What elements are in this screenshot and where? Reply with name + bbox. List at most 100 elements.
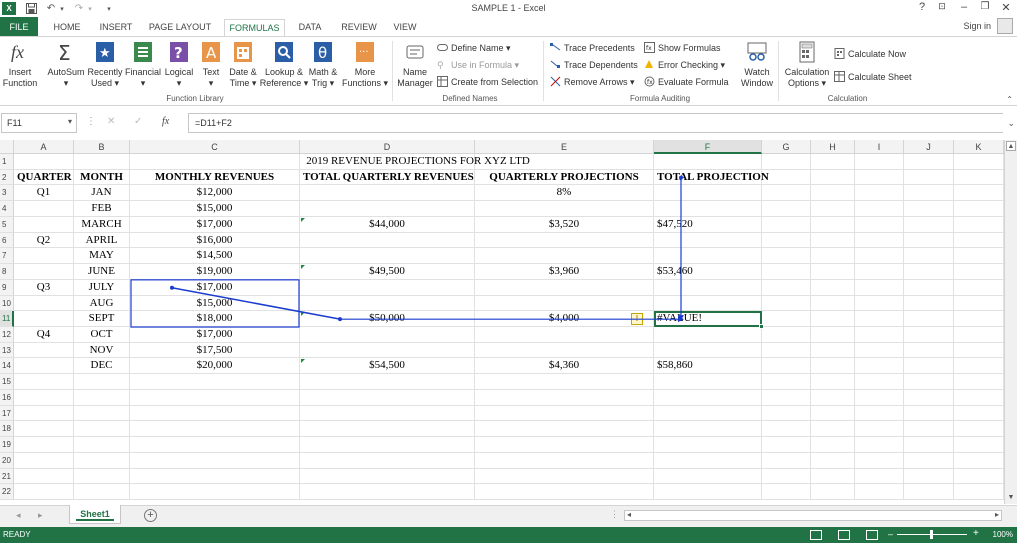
row-header-19[interactable]: 19 — [0, 437, 14, 453]
grid-cell[interactable] — [654, 248, 762, 265]
cell-month[interactable]: OCT — [74, 327, 130, 343]
grid-cell[interactable] — [762, 169, 811, 186]
grid-cell[interactable] — [654, 232, 762, 249]
column-header-c[interactable]: C — [130, 140, 300, 154]
grid-cell[interactable] — [855, 358, 904, 375]
tab-insert[interactable]: INSERT — [95, 19, 137, 37]
cell-month[interactable]: JULY — [74, 279, 130, 296]
grid-cell[interactable] — [954, 216, 1004, 233]
grid-cell[interactable] — [762, 358, 811, 375]
grid-cell[interactable] — [811, 437, 855, 453]
grid-cell[interactable] — [811, 295, 855, 312]
grid-cell[interactable] — [855, 437, 904, 453]
grid-cell[interactable] — [811, 358, 855, 375]
math-trig-button[interactable]: θ Math & Trig ▾ — [306, 40, 340, 89]
cell-total-projection[interactable]: $53,460 — [654, 264, 762, 280]
horizontal-scrollbar[interactable]: ◂ ▸ — [624, 510, 1002, 521]
grid-cell[interactable] — [811, 264, 855, 280]
zoom-level[interactable]: 100% — [993, 530, 1013, 539]
cell-month[interactable]: JUNE — [74, 264, 130, 280]
grid-cell[interactable] — [811, 185, 855, 202]
grid-cell[interactable] — [300, 327, 475, 343]
grid-cell[interactable] — [74, 437, 130, 453]
grid-cell[interactable] — [475, 437, 654, 453]
grid-cell[interactable] — [855, 154, 904, 170]
row-header-10[interactable]: 10 — [0, 295, 14, 312]
name-box[interactable]: F11 ▾ — [1, 113, 77, 133]
grid-cell[interactable] — [475, 405, 654, 422]
grid-cell[interactable] — [14, 421, 74, 438]
grid-cell[interactable] — [300, 484, 475, 501]
grid-cell[interactable] — [74, 374, 130, 390]
cell-quarter[interactable]: Q1 — [14, 185, 74, 202]
row-header-11[interactable]: 11 — [0, 311, 14, 328]
sign-in-link[interactable]: Sign in — [963, 21, 991, 31]
header-quarter[interactable]: QUARTER — [14, 169, 74, 186]
cell-month[interactable]: FEB — [74, 201, 130, 217]
grid-cell[interactable] — [811, 405, 855, 422]
grid-cell[interactable] — [14, 295, 74, 312]
grid-cell[interactable] — [954, 358, 1004, 375]
cell-monthly-revenue[interactable]: $17,000 — [130, 279, 300, 296]
cell-total-projection[interactable]: $58,860 — [654, 358, 762, 375]
grid-cell[interactable] — [300, 421, 475, 438]
tab-data[interactable]: DATA — [292, 19, 328, 37]
grid-cell[interactable] — [74, 468, 130, 485]
grid-cell[interactable] — [300, 279, 475, 296]
logical-button[interactable]: ? Logical ▾ — [162, 40, 196, 89]
cell-month[interactable]: SEPT — [74, 311, 130, 328]
grid-cell[interactable] — [811, 452, 855, 469]
grid-cell[interactable] — [654, 374, 762, 390]
cell-month[interactable]: NOV — [74, 342, 130, 359]
text-functions-button[interactable]: A Text ▾ — [197, 40, 225, 89]
grid-cell[interactable] — [762, 279, 811, 296]
grid-cell[interactable] — [855, 389, 904, 406]
grid-cell[interactable] — [762, 374, 811, 390]
cell-month[interactable]: MAY — [74, 248, 130, 265]
grid-cell[interactable] — [130, 421, 300, 438]
cell-month[interactable]: JAN — [74, 185, 130, 202]
grid-cell[interactable] — [954, 405, 1004, 422]
cell-monthly-revenue[interactable]: $17,000 — [130, 216, 300, 233]
grid-cell[interactable] — [904, 484, 954, 501]
grid-cell[interactable] — [14, 201, 74, 217]
tab-file[interactable]: FILE — [0, 17, 38, 37]
show-formulas-button[interactable]: fx Show Formulas — [644, 41, 721, 55]
grid-cell[interactable] — [855, 484, 904, 501]
grid-cell[interactable] — [954, 327, 1004, 343]
calculate-now-button[interactable]: Calculate Now — [834, 47, 906, 61]
cell-total-quarterly-revenue[interactable]: $49,500 — [300, 264, 475, 280]
formula-input[interactable]: =D11+F2 — [188, 113, 1003, 133]
cell-monthly-revenue[interactable]: $16,000 — [130, 232, 300, 249]
grid-cell[interactable] — [904, 232, 954, 249]
grid-cell[interactable] — [654, 405, 762, 422]
expand-formula-bar-icon[interactable]: ⌄ — [1007, 118, 1015, 129]
row-header-7[interactable]: 7 — [0, 248, 14, 265]
add-sheet-icon[interactable]: + — [144, 509, 157, 522]
row-header-22[interactable]: 22 — [0, 484, 14, 501]
cell-month[interactable]: MARCH — [74, 216, 130, 233]
use-in-formula-button[interactable]: ⚲ Use in Formula ▾ — [437, 58, 519, 72]
cell-month[interactable]: AUG — [74, 295, 130, 312]
grid-cell[interactable] — [300, 185, 475, 202]
grid-cell[interactable] — [762, 405, 811, 422]
grid-cell[interactable] — [855, 405, 904, 422]
grid-cell[interactable] — [954, 311, 1004, 328]
cell-quarterly-projection[interactable]: $3,960 — [475, 264, 654, 280]
grid-cell[interactable] — [811, 201, 855, 217]
grid-cell[interactable] — [811, 154, 855, 170]
scroll-right-icon[interactable]: ▸ — [995, 510, 999, 519]
grid-cell[interactable] — [811, 216, 855, 233]
grid-cell[interactable] — [762, 154, 811, 170]
vertical-scrollbar[interactable]: ▲ ▼ — [1004, 140, 1017, 504]
watch-window-button[interactable]: Watch Window — [737, 40, 777, 89]
grid-cell[interactable] — [811, 421, 855, 438]
grid-cell[interactable] — [300, 452, 475, 469]
grid-cell[interactable] — [14, 468, 74, 485]
grid-cell[interactable] — [74, 421, 130, 438]
grid-cell[interactable] — [14, 374, 74, 390]
grid-cell[interactable] — [762, 342, 811, 359]
grid-cell[interactable] — [130, 405, 300, 422]
avatar[interactable] — [997, 18, 1013, 34]
sheet-title[interactable]: 2019 REVENUE PROJECTIONS FOR XYZ LTD — [74, 154, 762, 170]
